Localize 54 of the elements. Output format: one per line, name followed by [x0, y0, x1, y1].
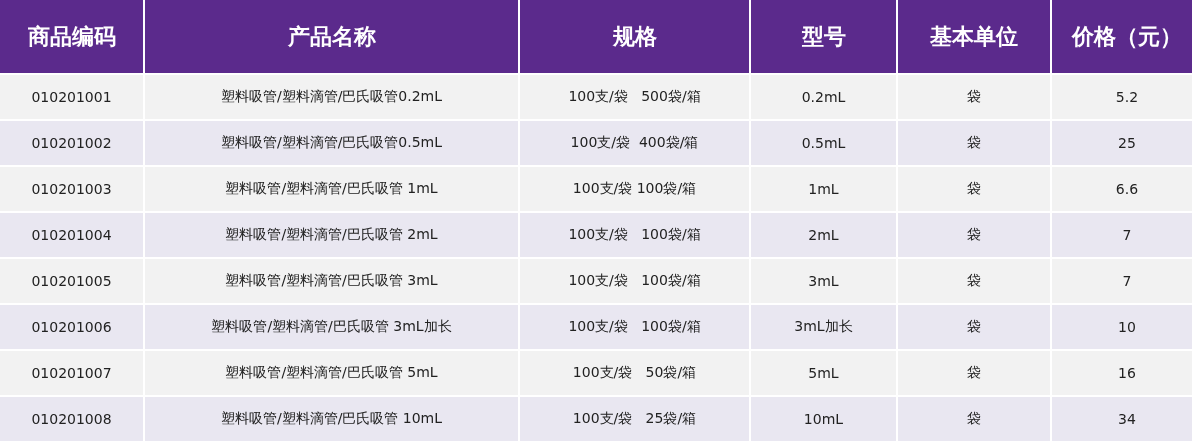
table-cell: 1mL [751, 167, 896, 211]
table-cell: 6.6 [1052, 167, 1192, 211]
table-cell: 3mL [751, 259, 896, 303]
table-cell: 100支/袋 500袋/箱 [520, 75, 749, 119]
table-cell: 010201006 [0, 305, 143, 349]
table-cell: 2mL [751, 213, 896, 257]
table-cell: 袋 [898, 397, 1050, 441]
table-cell: 34 [1052, 397, 1192, 441]
column-header: 产品名称 [145, 0, 518, 73]
table-cell: 100支/袋 25袋/箱 [520, 397, 749, 441]
table-cell: 10mL [751, 397, 896, 441]
table-cell: 100支/袋 100袋/箱 [520, 167, 749, 211]
table-cell: 100支/袋 100袋/箱 [520, 213, 749, 257]
table-cell: 塑料吸管/塑料滴管/巴氏吸管 1mL [145, 167, 518, 211]
table-cell: 塑料吸管/塑料滴管/巴氏吸管 2mL [145, 213, 518, 257]
table-cell: 塑料吸管/塑料滴管/巴氏吸管 3mL [145, 259, 518, 303]
table-cell: 塑料吸管/塑料滴管/巴氏吸管 3mL加长 [145, 305, 518, 349]
table-cell: 7 [1052, 259, 1192, 303]
table-cell: 5.2 [1052, 75, 1192, 119]
table-cell: 塑料吸管/塑料滴管/巴氏吸管 10mL [145, 397, 518, 441]
table-cell: 袋 [898, 75, 1050, 119]
table-cell: 袋 [898, 305, 1050, 349]
table-cell: 0.2mL [751, 75, 896, 119]
table-cell: 010201004 [0, 213, 143, 257]
column-header: 商品编码 [0, 0, 143, 73]
table-cell: 袋 [898, 121, 1050, 165]
table-cell: 袋 [898, 351, 1050, 395]
table-cell: 25 [1052, 121, 1192, 165]
table-cell: 0.5mL [751, 121, 896, 165]
table-cell: 16 [1052, 351, 1192, 395]
column-header: 价格（元） [1052, 0, 1192, 73]
table-cell: 袋 [898, 213, 1050, 257]
table-cell: 塑料吸管/塑料滴管/巴氏吸管0.2mL [145, 75, 518, 119]
column-header: 规格 [520, 0, 749, 73]
table-cell: 010201001 [0, 75, 143, 119]
table-cell: 010201003 [0, 167, 143, 211]
table-cell: 塑料吸管/塑料滴管/巴氏吸管 5mL [145, 351, 518, 395]
table-cell: 5mL [751, 351, 896, 395]
table-cell: 10 [1052, 305, 1192, 349]
table-cell: 010201002 [0, 121, 143, 165]
table-cell: 100支/袋 100袋/箱 [520, 259, 749, 303]
column-header: 型号 [751, 0, 896, 73]
table-cell: 袋 [898, 259, 1050, 303]
table-cell: 7 [1052, 213, 1192, 257]
table-cell: 010201005 [0, 259, 143, 303]
table-cell: 100支/袋 50袋/箱 [520, 351, 749, 395]
column-header: 基本单位 [898, 0, 1050, 73]
table-cell: 100支/袋 100袋/箱 [520, 305, 749, 349]
table-cell: 袋 [898, 167, 1050, 211]
table-cell: 010201007 [0, 351, 143, 395]
table-cell: 100支/袋 400袋/箱 [520, 121, 749, 165]
table-cell: 塑料吸管/塑料滴管/巴氏吸管0.5mL [145, 121, 518, 165]
table-cell: 3mL加长 [751, 305, 896, 349]
table-cell: 010201008 [0, 397, 143, 441]
